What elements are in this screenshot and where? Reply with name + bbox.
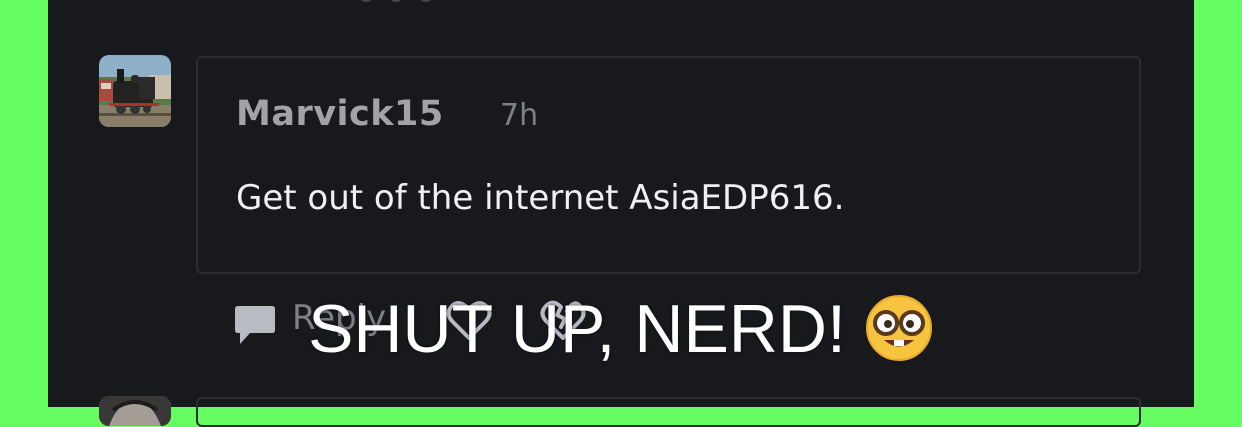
previous-item-remnant [348, 0, 448, 6]
meme-caption-text: SHUT UP, NERD! [308, 291, 846, 367]
comment-username[interactable]: Marvick15 [236, 94, 444, 134]
meme-caption-overlay: SHUT UP, NERD! [0, 290, 1242, 369]
comment-card: Marvick15 7h Get out of the internet Asi… [196, 56, 1141, 274]
comment-text: Get out of the internet AsiaEDP616. [236, 178, 845, 218]
comment-timestamp: 7h [500, 98, 539, 133]
next-comment-avatar[interactable] [99, 396, 171, 426]
steam-locomotive-avatar-icon [99, 55, 171, 127]
avatar-partial-icon [99, 396, 171, 426]
nerd-face-emoji-icon [864, 293, 934, 363]
avatar[interactable] [99, 55, 171, 127]
next-comment-card [196, 397, 1141, 427]
